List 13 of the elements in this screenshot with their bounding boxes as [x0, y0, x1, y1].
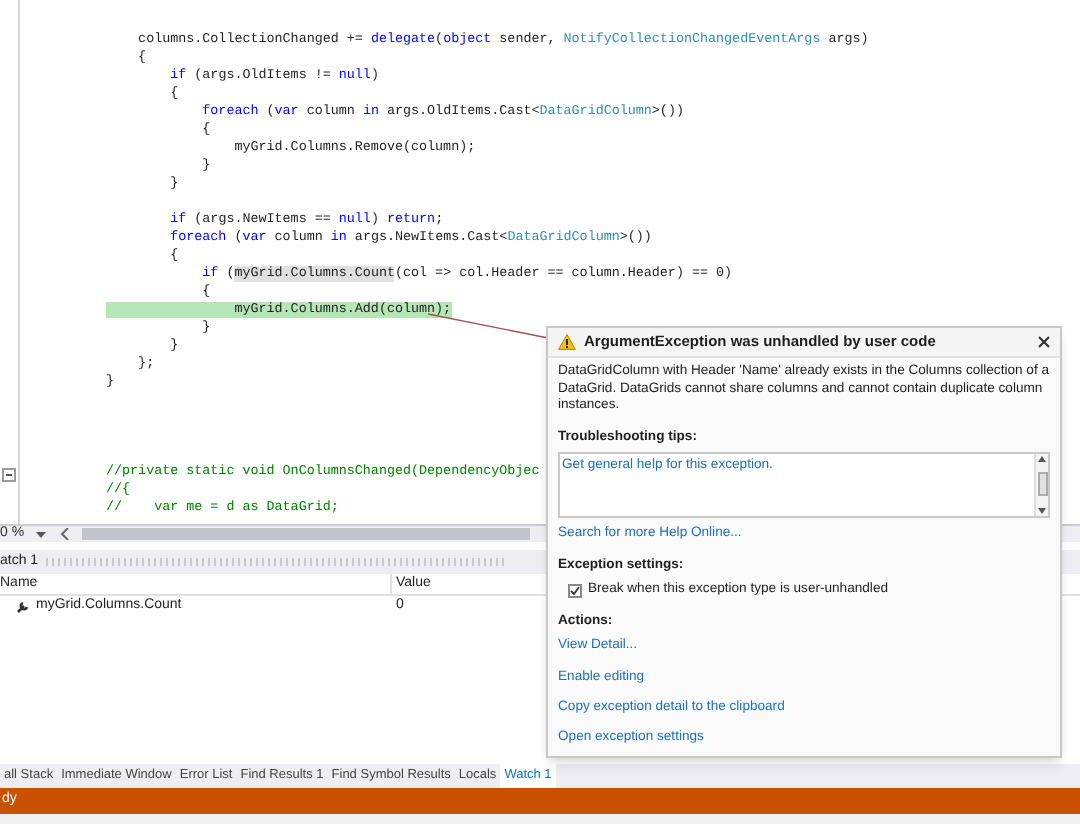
scroll-left-icon[interactable] [60, 528, 70, 540]
scroll-up-icon[interactable] [1038, 455, 1046, 462]
wrench-icon [16, 600, 30, 614]
checkbox[interactable] [568, 583, 582, 598]
close-icon[interactable] [1038, 336, 1050, 348]
leader-line [426, 312, 550, 340]
vertical-scrollbar[interactable] [1034, 453, 1048, 516]
collapse-icon[interactable] [2, 468, 16, 482]
warning-icon [558, 334, 576, 350]
horizontal-scrollbar[interactable] [82, 528, 530, 540]
dropdown-caret-icon[interactable] [36, 531, 47, 537]
scroll-thumb[interactable] [1037, 472, 1047, 497]
scroll-down-icon[interactable] [1038, 507, 1046, 514]
